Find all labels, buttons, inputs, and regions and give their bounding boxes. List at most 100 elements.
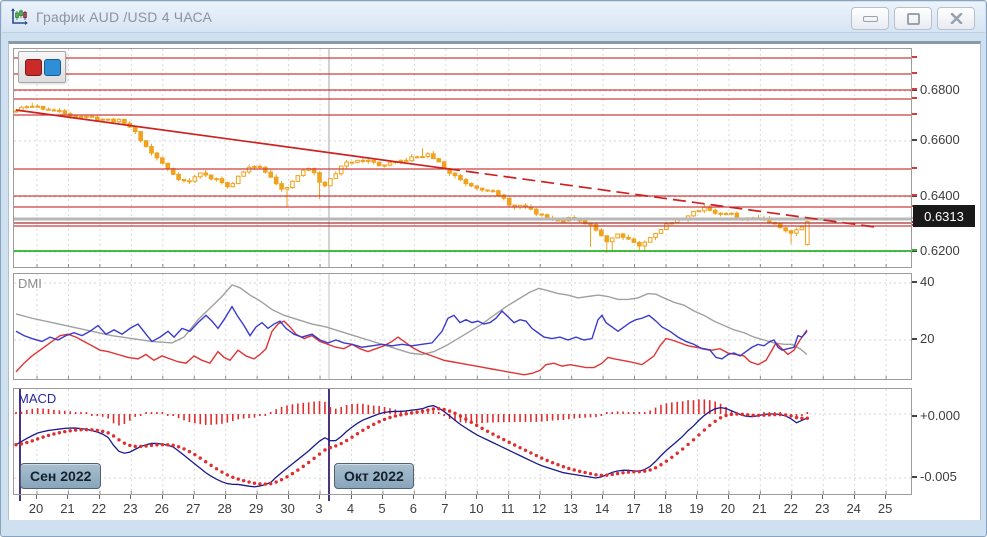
axis-tick xyxy=(36,495,37,499)
axis-tick xyxy=(256,495,257,499)
axis-tick xyxy=(99,495,100,499)
time-axis-label: 7 xyxy=(441,501,448,516)
time-axis-label: 30 xyxy=(280,501,294,516)
axis-tick xyxy=(634,495,635,499)
time-axis-label: 5 xyxy=(378,501,385,516)
axis-tick xyxy=(445,495,446,499)
axis-tick xyxy=(67,495,68,499)
time-axis-label: 23 xyxy=(815,501,829,516)
macd-label: MACD xyxy=(18,391,56,406)
price-axis[interactable]: 0.6313 0.6800 0.6600 0.6400 0.6200 40 20 +0.00… xyxy=(912,36,981,506)
axis-tick xyxy=(912,476,917,478)
axis-tick xyxy=(351,495,352,499)
macd-axis-label: +0.000 xyxy=(920,408,960,423)
close-button[interactable] xyxy=(937,7,975,30)
time-axis-label: 20 xyxy=(721,501,735,516)
dmi-panel[interactable]: DMI xyxy=(13,273,912,380)
macd-canvas xyxy=(14,389,911,494)
minimize-button[interactable] xyxy=(851,7,889,30)
main-chart-panel[interactable] xyxy=(13,48,912,268)
price-axis-label: 0.6200 xyxy=(920,243,960,258)
axis-tick xyxy=(912,338,917,340)
time-axis-label: 22 xyxy=(92,501,106,516)
month-badge-september: Сен 2022 xyxy=(20,463,101,489)
blue-color-button[interactable] xyxy=(44,59,61,76)
macd-panel[interactable]: MACD Сен 2022 Окт 2022 xyxy=(13,388,912,495)
close-icon xyxy=(950,13,963,24)
axis-tick xyxy=(885,495,886,499)
month-badge-october: Окт 2022 xyxy=(334,463,414,489)
axis-tick xyxy=(759,495,760,499)
axis-tick xyxy=(193,495,194,499)
price-axis-label: 0.6400 xyxy=(920,188,960,203)
time-axis-label: 13 xyxy=(563,501,577,516)
level-tick xyxy=(912,56,917,58)
time-axis-label: 27 xyxy=(186,501,200,516)
axis-tick xyxy=(413,495,414,499)
time-axis-label: 17 xyxy=(626,501,640,516)
dmi-plus_di-line xyxy=(16,307,807,359)
time-axis-label: 21 xyxy=(60,501,74,516)
axis-tick xyxy=(382,495,383,499)
axis-tick xyxy=(508,495,509,499)
time-axis-label: 10 xyxy=(469,501,483,516)
time-axis-label: 11 xyxy=(501,501,515,516)
time-axis-label: 26 xyxy=(155,501,169,516)
price-chart-canvas xyxy=(14,49,911,267)
axis-tick xyxy=(225,495,226,499)
axis-tick xyxy=(912,281,917,283)
axis-tick xyxy=(696,495,697,499)
axis-tick xyxy=(912,139,917,141)
dmi-canvas xyxy=(14,274,911,379)
time-axis-label: 20 xyxy=(29,501,43,516)
color-toolbar xyxy=(18,51,66,83)
time-axis-label: 4 xyxy=(347,501,354,516)
red-color-button[interactable] xyxy=(25,59,42,76)
axis-tick xyxy=(539,495,540,499)
level-tick xyxy=(912,97,917,99)
time-axis-label: 22 xyxy=(784,501,798,516)
time-axis-label: 24 xyxy=(846,501,860,516)
price-axis-label: 0.6600 xyxy=(920,132,960,147)
level-tick xyxy=(912,167,917,169)
time-axis-label: 21 xyxy=(752,501,766,516)
dmi-axis-label: 20 xyxy=(920,331,934,346)
axis-tick xyxy=(476,495,477,499)
axis-tick xyxy=(912,415,917,417)
title-bar[interactable]: График AUD /USD 4 ЧАСА xyxy=(2,2,985,33)
time-axis-label: 25 xyxy=(878,501,892,516)
time-axis[interactable]: 2021222326272829303456710111213141718192… xyxy=(13,495,912,519)
price-axis-label: 0.6800 xyxy=(920,82,960,97)
dmi-adx-line xyxy=(16,285,807,355)
time-axis-label: 23 xyxy=(123,501,137,516)
time-axis-label: 18 xyxy=(658,501,672,516)
axis-tick xyxy=(319,495,320,499)
time-axis-label: 29 xyxy=(249,501,263,516)
restore-button[interactable] xyxy=(894,7,932,30)
dmi-axis-label: 40 xyxy=(920,274,934,289)
time-axis-label: 6 xyxy=(410,501,417,516)
level-tick xyxy=(912,72,917,74)
level-tick xyxy=(912,194,917,196)
time-axis-label: 19 xyxy=(689,501,703,516)
dmi-minus_di-line xyxy=(16,321,807,375)
axis-tick xyxy=(791,495,792,499)
axis-tick xyxy=(162,495,163,499)
month-separator-tick xyxy=(19,495,21,501)
window-title: График AUD /USD 4 ЧАСА xyxy=(36,9,212,25)
level-tick xyxy=(912,249,917,251)
time-axis-label: 12 xyxy=(532,501,546,516)
axis-tick xyxy=(728,495,729,499)
level-tick xyxy=(912,113,917,115)
axis-tick xyxy=(822,495,823,499)
dmi-label: DMI xyxy=(18,276,42,291)
axis-tick xyxy=(665,495,666,499)
axis-tick xyxy=(854,495,855,499)
axis-tick xyxy=(571,495,572,499)
time-axis-label: 3 xyxy=(315,501,322,516)
candlestick-chart-icon xyxy=(9,7,29,27)
axis-tick xyxy=(288,495,289,499)
axis-tick xyxy=(130,495,131,499)
chart-window: График AUD /USD 4 ЧАСА DMI MACD Сен 2022… xyxy=(0,0,987,537)
current-price-badge: 0.6313 xyxy=(913,205,975,227)
